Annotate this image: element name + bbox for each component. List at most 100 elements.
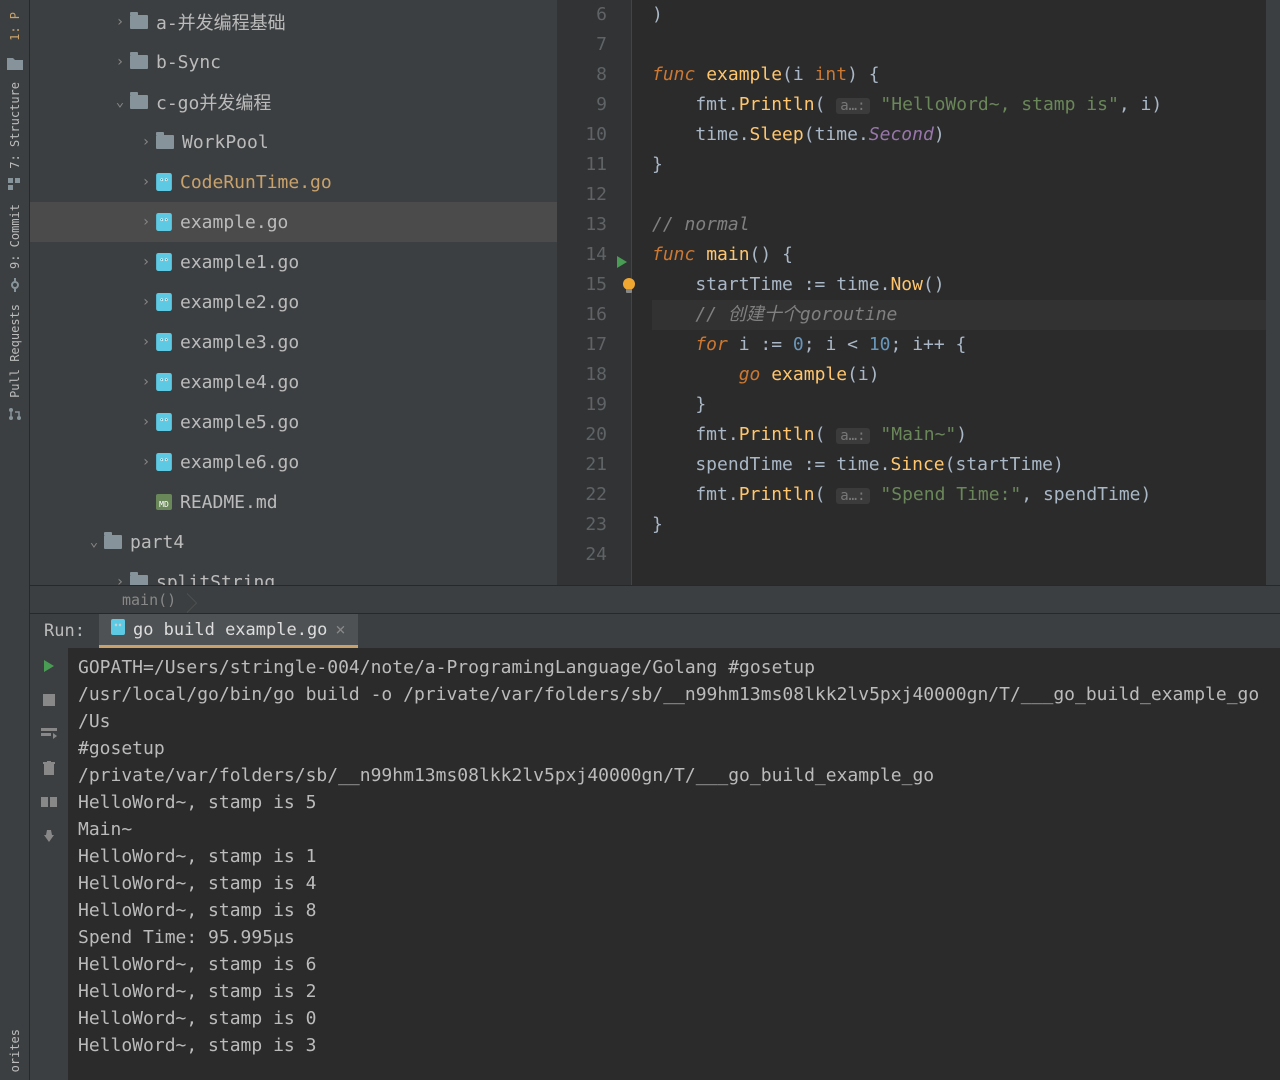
- chevron-icon: ›: [136, 254, 156, 270]
- rail-pull-requests[interactable]: Pull Requests: [6, 296, 24, 406]
- code-line[interactable]: [652, 540, 1266, 570]
- tree-label: WorkPool: [182, 132, 269, 153]
- chevron-icon: ⌄: [110, 94, 130, 110]
- chevron-icon: ›: [110, 14, 130, 30]
- rail-structure[interactable]: 7: Structure: [6, 74, 24, 177]
- code-line[interactable]: time.Sleep(time.Second): [652, 120, 1266, 150]
- tree-label: README.md: [180, 492, 278, 513]
- folder-icon: [130, 575, 148, 585]
- tree-item-example5-go[interactable]: ›example5.go: [30, 402, 557, 442]
- chevron-icon: ›: [136, 134, 156, 150]
- trash-button[interactable]: [39, 758, 59, 778]
- go-file-icon: [156, 253, 172, 271]
- tree-item-example6-go[interactable]: › example6.go: [30, 442, 557, 482]
- code-line[interactable]: fmt.Println( a…: "Main~"): [652, 420, 1266, 450]
- code-line[interactable]: fmt.Println( a…: "HelloWord~, stamp is",…: [652, 90, 1266, 120]
- chevron-icon: ›: [136, 294, 156, 310]
- tree-item-README-md[interactable]: MDREADME.md: [30, 482, 557, 522]
- tree-item-part4[interactable]: ⌄part4: [30, 522, 557, 562]
- breadcrumb-main[interactable]: main(): [110, 591, 188, 609]
- layout-button[interactable]: [39, 724, 59, 744]
- line-number: 24: [557, 540, 607, 570]
- code-line[interactable]: }: [652, 390, 1266, 420]
- code-line[interactable]: startTime := time.Now(): [652, 270, 1266, 300]
- line-number: 12: [557, 180, 607, 210]
- code-line[interactable]: spendTime := time.Since(startTime): [652, 450, 1266, 480]
- chevron-icon: ›: [136, 174, 156, 190]
- line-number: 13: [557, 210, 607, 240]
- tree-item-CodeRunTime-go[interactable]: › CodeRunTime.go: [30, 162, 557, 202]
- top-split: › a-并发编程基础 ›b-Sync ⌄ c-go并发编程 › WorkPool › CodeR…: [30, 0, 1280, 585]
- commit-icon: [8, 277, 22, 296]
- line-number: 16: [557, 300, 607, 330]
- stop-button[interactable]: [39, 690, 59, 710]
- code-line[interactable]: [652, 30, 1266, 60]
- tree-item-example3-go[interactable]: ›example3.go: [30, 322, 557, 362]
- tree-item-a-[interactable]: › a-并发编程基础: [30, 2, 557, 42]
- rail-commit[interactable]: 9: Commit: [6, 196, 24, 277]
- rerun-button[interactable]: [39, 656, 59, 676]
- tree-label: example2.go: [180, 292, 299, 313]
- run-panel: Run: go build example.go × GOPATH=/Users…: [30, 613, 1280, 1080]
- run-tab[interactable]: go build example.go ×: [99, 614, 358, 648]
- tree-item-c-go-[interactable]: ⌄ c-go并发编程: [30, 82, 557, 122]
- param-hint: a…:: [836, 428, 869, 444]
- folder-icon: [156, 135, 174, 149]
- console-output[interactable]: GOPATH=/Users/stringle-004/note/a-Progra…: [68, 648, 1280, 1080]
- main-area: › a-并发编程基础 ›b-Sync ⌄ c-go并发编程 › WorkPool › CodeR…: [30, 0, 1280, 1080]
- go-file-icon: [156, 413, 172, 431]
- code-line[interactable]: // normal: [652, 210, 1266, 240]
- go-file-icon: [156, 373, 172, 391]
- code-line[interactable]: func example(i int) {: [652, 60, 1266, 90]
- tree-item-example-go[interactable]: ›example.go: [30, 202, 557, 242]
- code-line[interactable]: fmt.Println( a…: "Spend Time:", spendTim…: [652, 480, 1266, 510]
- breadcrumb-bar: main(): [30, 585, 1280, 613]
- chevron-icon: ›: [136, 414, 156, 430]
- editor-scrollbar[interactable]: [1266, 0, 1280, 585]
- tree-label: splitString: [156, 572, 275, 586]
- tree-label: CodeRunTime.go: [180, 172, 332, 193]
- tree-item-example1-go[interactable]: › example1.go: [30, 242, 557, 282]
- folder-icon: [130, 55, 148, 69]
- bulb-icon[interactable]: [621, 275, 637, 305]
- code-line[interactable]: [652, 180, 1266, 210]
- tree-label: example1.go: [180, 252, 299, 273]
- tree-item-splitString[interactable]: ›splitString: [30, 562, 557, 585]
- line-number: 11: [557, 150, 607, 180]
- run-line-icon[interactable]: [617, 248, 629, 278]
- pin-button[interactable]: [39, 826, 59, 846]
- run-body: GOPATH=/Users/stringle-004/note/a-Progra…: [30, 648, 1280, 1080]
- tree-item-example4-go[interactable]: ›example4.go: [30, 362, 557, 402]
- chevron-icon: ›: [110, 54, 130, 70]
- close-icon[interactable]: ×: [335, 620, 345, 640]
- line-number: 22: [557, 480, 607, 510]
- code-editor[interactable]: 6789101112131415161718192021222324 )func…: [557, 0, 1280, 585]
- code-line[interactable]: go example(i): [652, 360, 1266, 390]
- tree-label: example6.go: [180, 452, 299, 473]
- tree-item-b-Sync[interactable]: ›b-Sync: [30, 42, 557, 82]
- folder-icon: [7, 55, 23, 74]
- rail-project[interactable]: 1: P: [6, 4, 24, 49]
- code-line[interactable]: }: [652, 510, 1266, 540]
- tree-label: a-并发编程基础: [156, 9, 286, 35]
- line-number: 10: [557, 120, 607, 150]
- code-line[interactable]: ): [652, 0, 1266, 30]
- chevron-icon: ›: [136, 454, 156, 470]
- param-hint: a…:: [836, 98, 869, 114]
- tree-item-example2-go[interactable]: › example2.go: [30, 282, 557, 322]
- code-area[interactable]: ) func example(i int) { fmt.Println( a…: …: [632, 0, 1266, 585]
- tree-item-WorkPool[interactable]: › WorkPool: [30, 122, 557, 162]
- code-line[interactable]: }: [652, 150, 1266, 180]
- go-file-icon: [156, 453, 172, 471]
- line-number: 20: [557, 420, 607, 450]
- rail-favorites[interactable]: orites: [6, 1021, 24, 1080]
- tree-label: example4.go: [180, 372, 299, 393]
- split-button[interactable]: [39, 792, 59, 812]
- code-line[interactable]: func main() {: [652, 240, 1266, 270]
- project-tree[interactable]: › a-并发编程基础 ›b-Sync ⌄ c-go并发编程 › WorkPool › CodeR…: [30, 0, 557, 585]
- tree-label: example.go: [180, 212, 288, 233]
- go-icon: [111, 619, 125, 640]
- tree-label: c-go并发编程: [156, 89, 271, 115]
- code-line[interactable]: for i := 0; i < 10; i++ {: [652, 330, 1266, 360]
- code-line[interactable]: // 创建十个goroutine: [652, 300, 1266, 330]
